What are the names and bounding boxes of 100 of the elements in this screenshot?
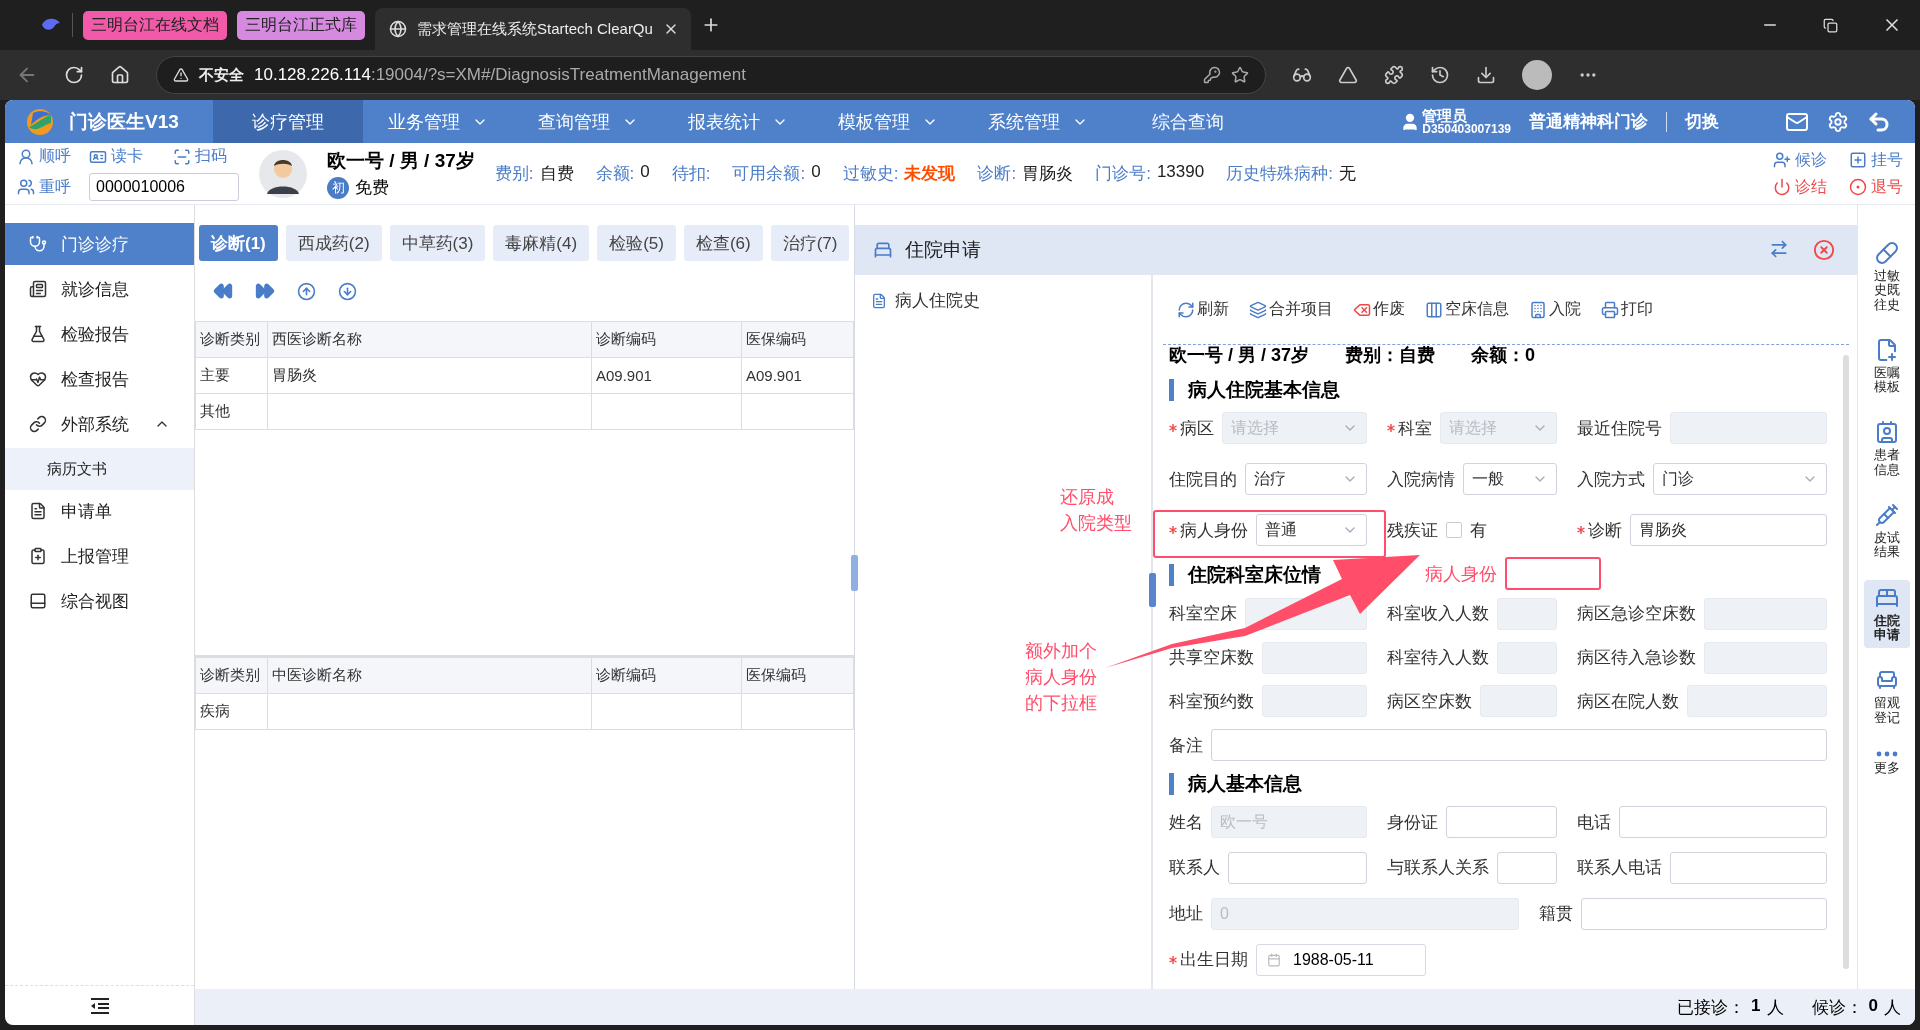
nav-menu-item[interactable]: 综合查询 [1112,100,1263,143]
download-icon[interactable] [1476,65,1496,85]
home-icon[interactable] [110,65,130,85]
move-up-icon[interactable] [297,281,316,301]
dropdown[interactable]: 治疗 [1245,463,1367,496]
quick-action[interactable]: 读卡 [89,146,155,167]
last-icon[interactable] [255,281,275,301]
input-field[interactable] [1228,851,1367,884]
switch-button[interactable]: 切换 [1685,110,1719,133]
nav-menu-item[interactable]: 报表统计 [662,100,813,143]
info-label: 过敏史: [842,163,899,185]
tab[interactable]: 检查(6) [683,225,763,261]
input-field[interactable] [1446,806,1557,839]
first-icon[interactable] [213,281,233,301]
side-tool[interactable]: 留观登记 [1863,662,1910,731]
input-field[interactable] [1619,806,1827,839]
input-field[interactable] [1670,851,1827,884]
history-link[interactable]: 病人住院史 [871,289,1135,312]
visit-action[interactable]: 候诊 [1773,149,1827,171]
info-label: 门诊号: [1095,163,1151,185]
resize-handle[interactable] [1149,573,1156,607]
input-field[interactable] [1581,897,1827,930]
sidebar-item[interactable]: 检验报告 [5,313,194,355]
date-field[interactable]: 1988-05-11 [1256,943,1426,976]
tab-group-label[interactable]: 三明台江正式库 [237,10,365,40]
column-header: 医保编码 [741,321,854,358]
tab[interactable]: 诊断(1) [199,225,278,261]
move-down-icon[interactable] [338,281,357,301]
plus-square-icon [1849,151,1867,169]
reload-icon[interactable] [64,65,84,85]
browser-tab[interactable]: 需求管理在线系统Startech ClearQu [375,8,691,50]
toolbar-button[interactable]: 空床信息 [1425,299,1509,320]
sidebar-item[interactable]: 外部系统 [5,403,194,445]
visit-action[interactable]: 退号 [1849,176,1903,198]
visit-action[interactable]: 挂号 [1849,149,1903,171]
key-icon[interactable] [1203,66,1221,84]
toolbar-button[interactable]: 打印 [1601,299,1653,320]
fee-status: 免费 [355,177,389,199]
nav-menu-item[interactable]: 诊疗管理 [212,100,363,143]
side-tool[interactable]: 过敏史既往史 [1863,235,1910,318]
nav-menu-item[interactable]: 业务管理 [362,100,513,143]
collapse-menu-icon[interactable] [90,997,109,1014]
input-field[interactable]: 胃肠炎 [1630,514,1827,547]
profile-avatar[interactable] [1522,60,1552,90]
side-tool[interactable]: 住院申请 [1863,579,1910,649]
nav-menu-item[interactable]: 系统管理 [962,100,1113,143]
address-bar[interactable]: 不安全 10.128.226.114:19004/?s=XM#/DiagnosisTreatmentManagement [156,56,1266,94]
glasses-icon[interactable] [1292,65,1312,85]
dropdown[interactable]: 普通 [1256,514,1367,547]
sidebar-item[interactable]: 就诊信息 [5,268,194,310]
patient-summary: 欧一号 / 男 / 37岁 [1169,344,1310,367]
toolbar-button[interactable]: 合并项目 [1249,299,1333,320]
restore-icon[interactable] [1823,17,1838,33]
input-field[interactable] [1497,851,1557,884]
field-label: 联系人 [1169,857,1220,880]
settings-icon[interactable] [1827,110,1849,133]
toolbar-button[interactable]: 作废 [1353,299,1405,320]
quick-action[interactable]: 重呼 [17,176,71,198]
required-icon [1387,424,1395,433]
nav-menu-item[interactable]: 模板管理 [812,100,963,143]
columns-icon [1425,300,1443,319]
sidebar-subitem[interactable]: 病历文书 [5,448,194,490]
tab[interactable]: 检验(5) [597,225,676,261]
quick-action[interactable]: 扫码 [173,146,239,167]
side-tool[interactable]: 患者信息 [1863,414,1910,484]
extensions-icon[interactable] [1384,65,1404,85]
sidebar-item[interactable]: 门诊诊疗 [5,223,194,265]
toolbar-button[interactable]: 入院 [1529,299,1581,320]
swap-icon[interactable] [1769,239,1789,259]
dropdown[interactable]: 门诊 [1653,463,1827,496]
tab[interactable]: 西成药(2) [285,225,382,261]
sidebar-item[interactable]: 上报管理 [5,535,194,577]
panel-title: 住院申请 [905,238,981,262]
input-field[interactable] [1211,729,1827,762]
resize-handle[interactable] [851,555,858,591]
tab[interactable]: 毒麻精(4) [493,225,590,261]
tab[interactable]: 中草药(3) [389,225,486,261]
nav-menu-item[interactable]: 查询管理 [512,100,663,143]
sidebar-item[interactable]: 检查报告 [5,358,194,400]
history-icon[interactable] [1430,65,1450,85]
toolbar-button[interactable]: 刷新 [1177,299,1229,320]
side-tool[interactable]: 医嘱模板 [1863,331,1910,401]
side-tool[interactable]: 更多 [1863,744,1910,782]
field-label: 病人身份 [1169,518,1248,542]
visit-action[interactable]: 诊结 [1773,176,1827,198]
star-icon[interactable] [1231,66,1249,84]
sidebar-item[interactable]: 综合视图 [5,580,194,622]
scan-icon [173,147,191,166]
info-label: 余额: [595,163,635,185]
card-number-field[interactable]: 0000010006 [89,173,239,201]
quick-action[interactable]: 顺呼 [17,146,71,167]
triangle-icon[interactable] [1338,65,1358,85]
tab-group-label[interactable]: 三明台江在线文档 [83,10,227,40]
tab[interactable]: 治疗(7) [770,225,850,261]
pill-icon [1874,241,1899,265]
dropdown[interactable]: 一般 [1463,463,1557,496]
sidebar-item[interactable]: 申请单 [5,490,194,532]
checkbox[interactable] [1446,522,1462,539]
info-value: 0 [640,162,650,183]
side-tool[interactable]: 皮试结果 [1863,497,1910,566]
